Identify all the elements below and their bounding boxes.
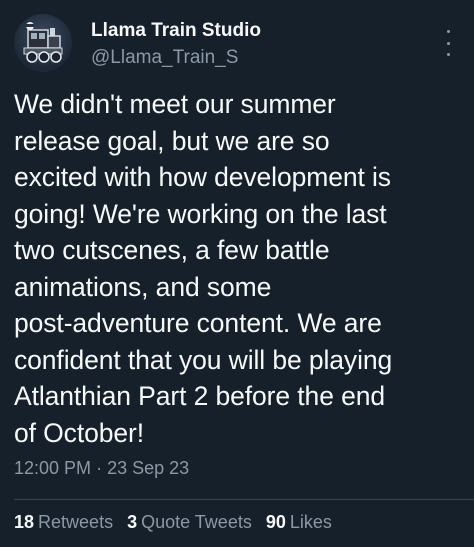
- author-name[interactable]: Llama Train Studio: [91, 20, 261, 42]
- quotes-stat[interactable]: 3 Quote Tweets: [127, 512, 252, 533]
- tweet-text-line: confident that you will be playing: [14, 344, 393, 375]
- retweets-label: Retweets: [38, 512, 114, 532]
- train-logo-icon: [23, 22, 63, 63]
- engagement-stats: 18 Retweets 3 Quote Tweets 90 Likes: [14, 512, 332, 533]
- tweet-text-line: Atlanthian Part 2 before the end: [14, 381, 386, 411]
- quotes-label: Quote Tweets: [141, 512, 252, 532]
- tweet-text-line: of October!: [14, 417, 144, 448]
- author-handle[interactable]: @Llama_Train_S: [91, 47, 238, 69]
- tweet-text-line: two cutscenes, a few battle: [14, 235, 330, 265]
- tweet-text: We didn't meet our summer release goal, …: [14, 86, 464, 451]
- tweet-header: Llama Train Studio @Llama_Train_S: [14, 14, 460, 74]
- likes-count: 90: [265, 512, 286, 532]
- avatar[interactable]: [14, 14, 72, 72]
- tweet-text-line: release goal, but we are so: [14, 125, 330, 156]
- tweet-date: 23 Sep 23: [107, 458, 190, 478]
- tweet-text-line: excited with how development is: [14, 162, 391, 192]
- likes-label: Likes: [289, 512, 332, 532]
- tweet-text-line: post-adventure content. We are: [14, 308, 382, 338]
- quotes-count: 3: [127, 512, 138, 532]
- tweet-text-line: animations, and some: [14, 271, 272, 302]
- tweet-timestamp[interactable]: 12:00 PM · 23 Sep 23: [14, 458, 189, 479]
- tweet: Llama Train Studio @Llama_Train_S We did…: [0, 0, 474, 547]
- divider: [14, 499, 474, 500]
- tweet-text-line: going! We're working on the last: [14, 198, 387, 229]
- meta-separator: ·: [96, 458, 103, 478]
- retweets-count: 18: [14, 512, 35, 532]
- more-options-icon[interactable]: [438, 30, 458, 56]
- tweet-text-line: We didn't meet our summer: [14, 89, 336, 119]
- retweets-stat[interactable]: 18 Retweets: [14, 512, 113, 533]
- likes-stat[interactable]: 90 Likes: [266, 512, 332, 533]
- tweet-time: 12:00 PM: [14, 458, 92, 478]
